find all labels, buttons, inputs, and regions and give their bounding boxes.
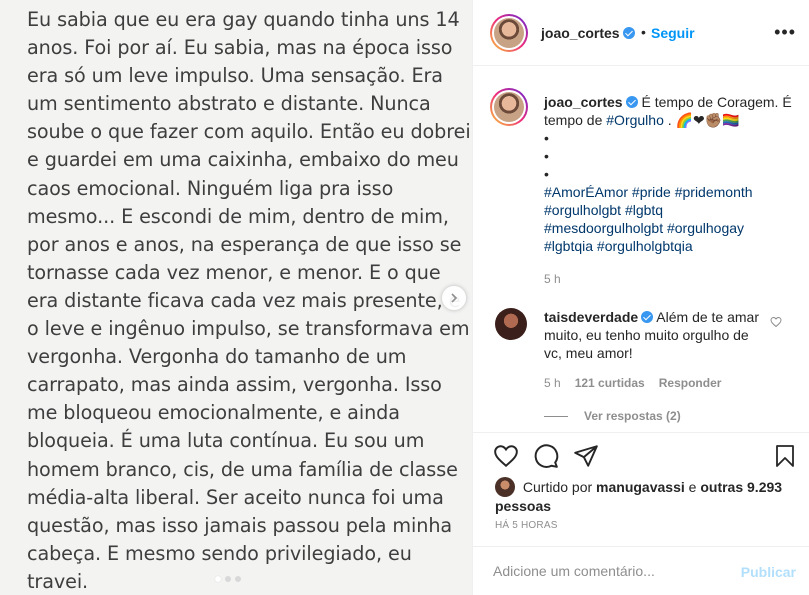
- hashtag-line[interactable]: #lgbtqia #orgulholgbtqia: [544, 237, 794, 255]
- reply-button[interactable]: Responder: [659, 376, 722, 390]
- post-image-line: o leve e ingênuo impulso, se transformav…: [27, 317, 470, 341]
- heart-icon[interactable]: [493, 443, 519, 469]
- carousel-dots: [215, 576, 241, 582]
- author-avatar[interactable]: [490, 14, 528, 52]
- post-image-line: era só um leve impulso. Uma sensação. Er…: [27, 64, 443, 88]
- post-image-line: bloqueia. É uma luta contínua. Eu sou um: [27, 429, 425, 453]
- share-icon[interactable]: [573, 443, 599, 469]
- header-separator: •: [641, 24, 646, 40]
- comment-timestamp[interactable]: 5 h: [544, 376, 561, 390]
- post-image-line: homem branco, cis, de uma família de cla…: [27, 457, 458, 481]
- bookmark-icon[interactable]: [773, 443, 797, 469]
- post-image-line: tornasse cada vez menor, e menor. E o qu…: [27, 260, 441, 284]
- commenter-avatar[interactable]: [495, 308, 527, 340]
- post-image-line: questão, mas isso jamais passou pela min…: [27, 513, 453, 537]
- verified-icon: [641, 311, 654, 323]
- comment-input[interactable]: [493, 561, 723, 581]
- view-replies-button[interactable]: Ver respostas (2): [544, 409, 681, 423]
- verified-icon: [622, 27, 635, 39]
- caption-dot: •: [544, 130, 549, 146]
- post-image-line: era distante ficava cada vez mais presen…: [27, 288, 461, 312]
- caption-emojis: 🌈❤✊🏽🏳️‍🌈: [675, 112, 740, 128]
- post-header: joao_cortes • Seguir •••: [473, 0, 809, 66]
- post-image-line: e guardei em uma caixinha, embaixo do me…: [27, 148, 459, 172]
- post-image-line: Eu sabia que eu era gay quando tinha uns…: [27, 8, 460, 31]
- post-side-panel: joao_cortes • Seguir ••• joao_cortes É t…: [472, 0, 809, 595]
- post-image-text: Eu sabia que eu era gay quando tinha uns…: [27, 6, 471, 595]
- post-image-line: vergonha. Vergonha do tamanho de um: [27, 345, 407, 369]
- post-timestamp[interactable]: HÁ 5 HORAS: [495, 520, 558, 531]
- carousel-dot: [215, 576, 221, 582]
- post-image-line: carrapato, mas ainda assim, vergonha. Is…: [27, 373, 442, 397]
- likes-connector: e: [688, 479, 697, 495]
- likes-summary: Curtido por manugavassi e outras 9.293 p…: [495, 477, 795, 516]
- post-actions: Curtido por manugavassi e outras 9.293 p…: [473, 432, 809, 546]
- more-options-icon[interactable]: •••: [774, 22, 796, 43]
- comment-likes-count[interactable]: 121 curtidas: [575, 376, 645, 390]
- add-comment-form: Publicar: [473, 546, 809, 595]
- next-image-button[interactable]: [442, 286, 466, 310]
- caption-period: .: [667, 112, 672, 128]
- liker-username[interactable]: manugavassi: [596, 479, 685, 495]
- caption-hashtags: #AmorÉAmor #pride #pridemonth #orgulholgb…: [544, 183, 794, 255]
- hashtag-line[interactable]: #mesdoorgulholgbt #orgulhogay: [544, 219, 794, 237]
- post-image-line: média-alta liberal. Ser aceito nunca foi…: [27, 485, 444, 509]
- hashtag-link[interactable]: #Orgulho: [606, 112, 664, 128]
- caption-dots: • • •: [544, 129, 794, 183]
- verified-icon: [625, 96, 638, 108]
- publish-button[interactable]: Publicar: [741, 564, 796, 580]
- author-username[interactable]: joao_cortes: [541, 25, 620, 41]
- post-image-line: soube o que fazer com aquilo. Então eu d…: [27, 120, 471, 144]
- post-image-line: travei.: [27, 569, 89, 593]
- caption-dot: •: [544, 148, 549, 164]
- post-image-line: caos emocional. Ninguém liga pra isso: [27, 176, 394, 200]
- replies-line: [544, 415, 568, 417]
- caption-author-avatar[interactable]: [490, 88, 528, 126]
- carousel-dot: [225, 576, 231, 582]
- view-replies-label: Ver respostas (2): [584, 409, 681, 423]
- post-image: Eu sabia que eu era gay quando tinha uns…: [0, 0, 472, 595]
- carousel-dot: [235, 576, 241, 582]
- commenter-username[interactable]: taisdeverdade: [544, 309, 638, 325]
- liker-avatar[interactable]: [495, 477, 515, 497]
- chevron-right-icon: [451, 293, 458, 303]
- post-image-line: um sentimento abstrato e distante. Nunca: [27, 92, 431, 116]
- hashtag-line[interactable]: #orgulholgbt #lgbtq: [544, 201, 794, 219]
- comment-like-icon[interactable]: [770, 316, 782, 328]
- post-image-line: por anos e anos, na esperança de que iss…: [27, 232, 462, 256]
- caption-timestamp[interactable]: 5 h: [544, 272, 561, 286]
- post-image-line: anos. Foi por aí. Eu sabia, mas na época…: [27, 36, 453, 60]
- comment-icon[interactable]: [533, 443, 559, 469]
- hashtag-line[interactable]: #AmorÉAmor #pride #pridemonth: [544, 183, 794, 201]
- caption-username[interactable]: joao_cortes: [544, 94, 623, 110]
- likes-prefix: Curtido por: [522, 479, 593, 495]
- follow-button[interactable]: Seguir: [651, 25, 695, 41]
- post-image-line: cabeça. E mesmo sendo privilegiado, eu: [27, 541, 412, 565]
- caption-dot: •: [544, 166, 549, 182]
- post-image-line: me bloqueou emocionalmente, e ainda: [27, 401, 400, 425]
- post-image-line: mesmo... E escondi de mim, dentro de mim…: [27, 204, 449, 228]
